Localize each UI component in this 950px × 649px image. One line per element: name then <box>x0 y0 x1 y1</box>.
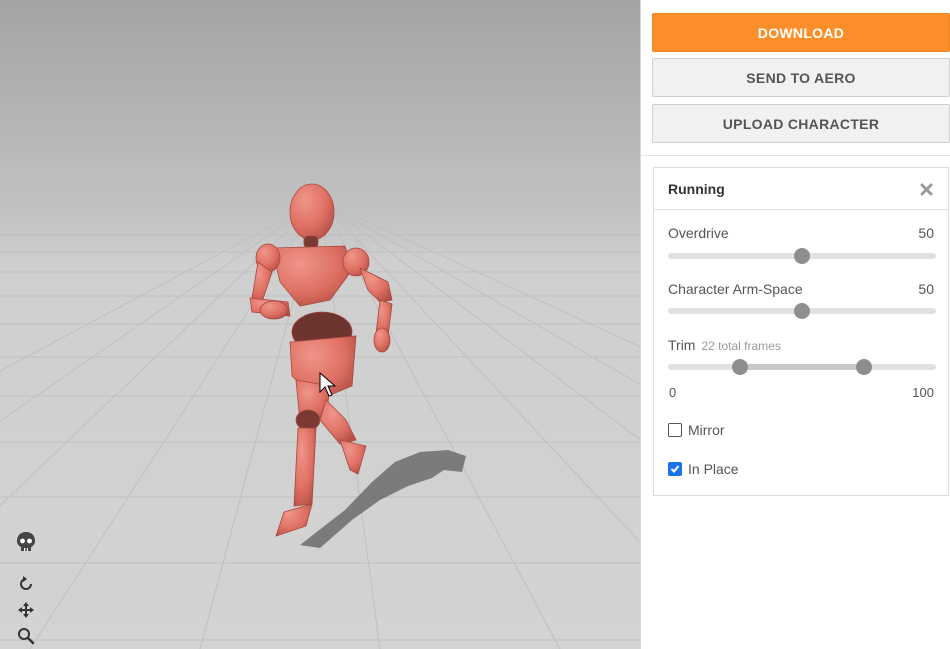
trim-label: Trim 22 total frames <box>668 337 781 353</box>
animation-settings-card: Running Overdrive 50 Character Arm-Space… <box>653 167 949 496</box>
arm-space-value: 50 <box>918 281 934 297</box>
right-panel: DOWNLOAD SEND TO AERO UPLOAD CHARACTER R… <box>640 0 950 649</box>
overdrive-value: 50 <box>918 225 934 241</box>
skeleton-icon[interactable] <box>14 530 38 554</box>
trim-min-label: 0 <box>669 385 677 400</box>
trim-end-knob[interactable] <box>855 359 872 375</box>
mirror-option[interactable]: Mirror <box>668 422 725 438</box>
send-to-aero-button[interactable]: SEND TO AERO <box>652 58 950 97</box>
in-place-checkbox[interactable] <box>668 462 682 476</box>
character-shadow <box>300 450 466 548</box>
mirror-checkbox[interactable] <box>668 423 682 437</box>
reset-view-icon[interactable] <box>14 572 38 596</box>
zoom-icon[interactable] <box>14 624 38 648</box>
slider-knob[interactable] <box>794 248 810 264</box>
in-place-label: In Place <box>688 461 739 477</box>
card-header: Running <box>654 168 948 210</box>
scene <box>0 170 640 649</box>
trim-range-fill <box>740 364 864 370</box>
upload-character-button[interactable]: UPLOAD CHARACTER <box>652 104 950 143</box>
mirror-label: Mirror <box>688 422 725 438</box>
slider-knob[interactable] <box>794 303 810 319</box>
trim-range-slider[interactable] <box>668 359 936 375</box>
close-icon[interactable] <box>917 180 935 198</box>
trim-start-knob[interactable] <box>732 359 749 375</box>
panel-divider <box>641 155 950 156</box>
arm-space-slider[interactable] <box>668 303 936 319</box>
animation-title: Running <box>668 181 725 197</box>
overdrive-label: Overdrive <box>668 225 729 241</box>
trim-max-label: 100 <box>912 385 934 400</box>
overdrive-slider[interactable] <box>668 248 936 264</box>
pan-icon[interactable] <box>14 598 38 622</box>
trim-frames-count: 22 total frames <box>701 339 781 353</box>
3d-viewport[interactable] <box>0 0 640 649</box>
trim-label-text: Trim <box>668 337 696 353</box>
checkmark-icon <box>670 465 680 473</box>
in-place-option[interactable]: In Place <box>668 461 739 477</box>
download-button[interactable]: DOWNLOAD <box>652 13 950 52</box>
arm-space-label: Character Arm-Space <box>668 281 803 297</box>
